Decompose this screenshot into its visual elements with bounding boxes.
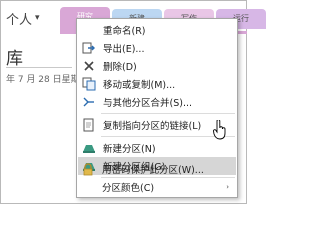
menu-item-label: 新建分区(N) xyxy=(103,144,156,155)
menu-item-rename[interactable]: 重命名(R) xyxy=(78,21,236,39)
menu-item-new-section[interactable]: 新建分区(N) xyxy=(78,139,236,157)
menu-item-export[interactable]: 导出(E)... xyxy=(78,39,236,57)
menu-item-password[interactable]: 用密码保护此分区(W)... xyxy=(77,160,235,178)
delete-x-icon xyxy=(78,57,100,75)
menu-item-label: 与其他分区合并(S)... xyxy=(103,98,193,109)
menu-item-label: 分区颜色(C) xyxy=(102,183,155,194)
menu-item-label: 重命名(R) xyxy=(103,26,146,37)
page-title[interactable]: 库 xyxy=(6,44,23,69)
menu-item-move-copy[interactable]: 移动或复制(M)... xyxy=(78,75,236,93)
lock-icon xyxy=(77,160,99,178)
hand-cursor-icon xyxy=(213,120,226,140)
chevron-down-icon: ▾ xyxy=(35,13,40,23)
notebook-selector[interactable]: 个人 ▾ xyxy=(6,7,40,29)
notebook-name: 个人 xyxy=(6,12,33,28)
menu-item-label: 用密码保护此分区(W)... xyxy=(102,165,204,176)
merge-icon xyxy=(78,93,100,111)
menu-item-delete[interactable]: 删除(D) xyxy=(78,57,236,75)
blank-icon xyxy=(77,178,99,196)
title-divider xyxy=(6,67,72,68)
chevron-right-icon: › xyxy=(226,183,229,191)
move-copy-icon xyxy=(78,75,100,93)
export-icon xyxy=(78,39,100,57)
menu-separator xyxy=(101,113,235,114)
menu-item-label: 删除(D) xyxy=(103,62,137,73)
menu-item-label: 复制指向分区的链接(L) xyxy=(103,121,202,132)
menu-item-section-color[interactable]: 分区颜色(C) › xyxy=(77,178,235,196)
blank-icon xyxy=(78,21,100,39)
link-icon xyxy=(78,116,100,134)
menu-item-label: 移动或复制(M)... xyxy=(103,80,176,91)
new-section-icon xyxy=(78,139,100,157)
menu-item-label: 导出(E)... xyxy=(103,44,145,55)
menu-item-merge[interactable]: 与其他分区合并(S)... xyxy=(78,93,236,111)
